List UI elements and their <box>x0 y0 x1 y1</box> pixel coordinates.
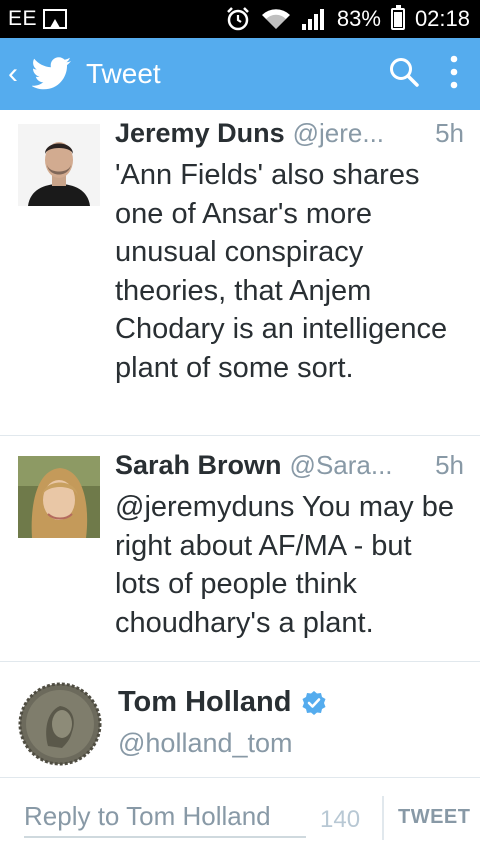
signal-icon <box>301 7 327 31</box>
overflow-menu-icon[interactable] <box>450 55 458 94</box>
back-button[interactable]: ‹ <box>0 59 30 89</box>
status-bar: EE 83% 02:18 <box>0 0 480 38</box>
alarm-icon <box>225 6 251 32</box>
tweet-text: 'Ann Fields' also shares one of Ansar's … <box>115 159 448 384</box>
avatar[interactable] <box>18 682 102 766</box>
carrier-label: EE <box>8 7 38 30</box>
tweet-author-name[interactable]: Jeremy Duns <box>115 118 285 149</box>
profile-row[interactable]: Tom Holland @holland_tom <box>0 662 480 778</box>
tweet-author-handle[interactable]: @Sara... <box>290 450 426 481</box>
twitter-bird-icon[interactable] <box>31 57 72 91</box>
avatar[interactable] <box>18 124 100 206</box>
battery-icon <box>390 5 405 30</box>
app-bar: ‹ Tweet <box>0 38 480 110</box>
tweet-timestamp: 5h <box>435 118 464 148</box>
verified-badge-icon <box>301 690 327 716</box>
tweet-item[interactable]: Sarah Brown @Sara... 5h @jeremyduns You … <box>0 436 480 662</box>
search-icon[interactable] <box>388 56 420 93</box>
image-icon <box>43 9 68 29</box>
divider <box>382 796 384 840</box>
tweet-timestamp: 5h <box>435 450 464 480</box>
page-title: Tweet <box>86 58 161 89</box>
character-count: 140 <box>320 806 361 833</box>
tweet-item[interactable]: Jeremy Duns @jere... 5h 'Ann Fields' als… <box>0 110 480 436</box>
avatar[interactable] <box>18 456 100 538</box>
wifi-icon <box>261 7 291 31</box>
clock: 02:18 <box>414 6 470 31</box>
reply-input[interactable] <box>24 796 306 838</box>
battery-percent: 83% <box>336 6 381 31</box>
profile-handle[interactable]: @holland_tom <box>118 728 293 759</box>
tweet-text: @jeremyduns You may be right about AF/MA… <box>115 491 454 639</box>
reply-bar: 140 TWEET <box>0 778 480 854</box>
tweet-button[interactable]: TWEET <box>398 806 471 829</box>
tweet-author-name[interactable]: Sarah Brown <box>115 450 282 481</box>
tweet-author-handle[interactable]: @jere... <box>293 118 425 149</box>
profile-name[interactable]: Tom Holland <box>118 686 291 719</box>
